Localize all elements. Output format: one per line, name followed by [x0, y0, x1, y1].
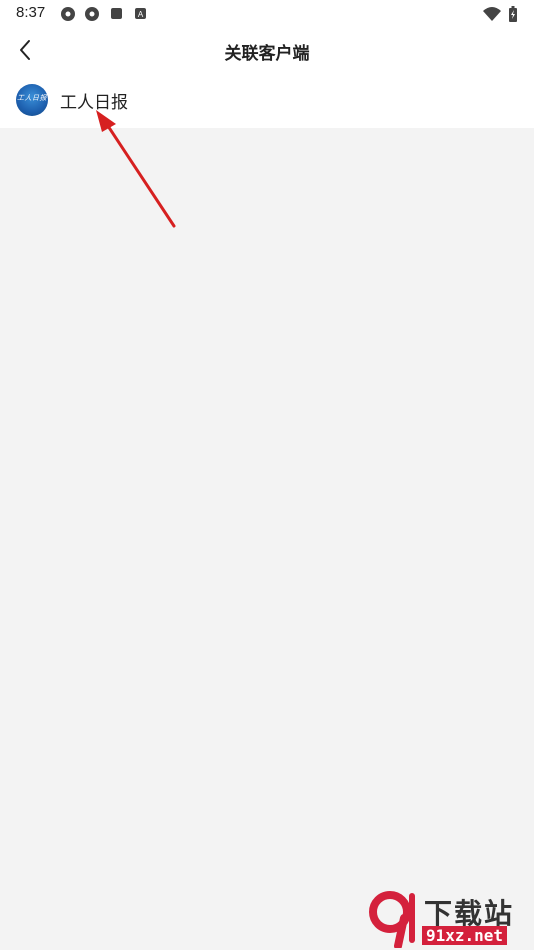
- client-name: 工人日报: [60, 93, 128, 113]
- watermark-logo: [369, 891, 415, 948]
- annotation-arrow: [96, 110, 176, 228]
- battery-charging-icon: [509, 6, 517, 22]
- page-title: 关联客户端: [224, 44, 310, 64]
- status-time: 8:37: [16, 4, 46, 21]
- client-list: 工人日报 工人日报: [0, 72, 534, 128]
- stop-square-icon: [111, 8, 122, 19]
- svg-text:A: A: [138, 10, 144, 19]
- watermark-url: 91xz.net: [422, 926, 508, 945]
- watermark: 下载站 91xz.net: [364, 888, 534, 950]
- app-bar: 关联客户端: [0, 28, 534, 72]
- logo-lettering: 工人日报: [17, 94, 47, 102]
- camera-shutter-icon: [85, 7, 99, 21]
- a-badge-icon: A: [135, 8, 146, 19]
- list-item[interactable]: 工人日报 工人日报: [0, 72, 534, 128]
- app-logo: 工人日报: [16, 84, 48, 116]
- wifi-icon: [483, 7, 501, 21]
- status-bar: 8:37 A: [0, 0, 534, 28]
- camera-shutter-icon: [61, 7, 75, 21]
